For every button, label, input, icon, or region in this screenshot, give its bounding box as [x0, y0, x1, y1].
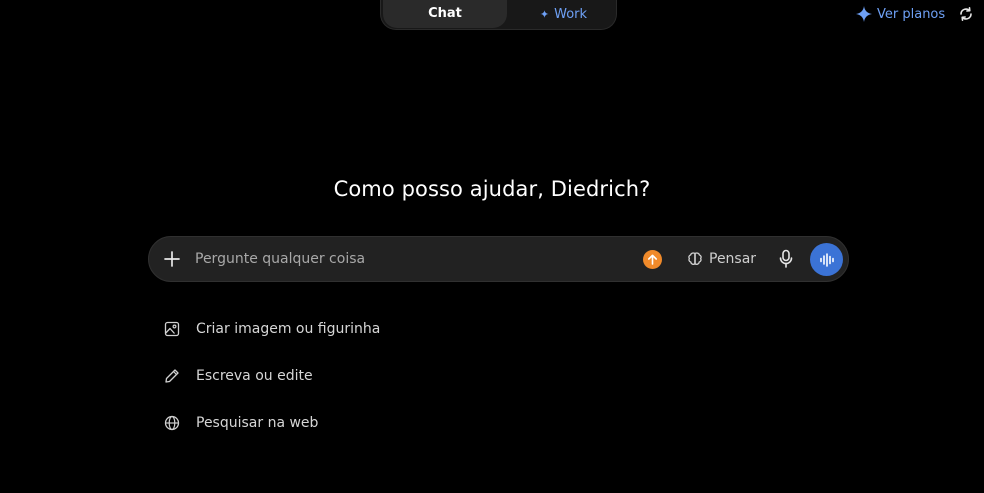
- globe-icon: [164, 415, 180, 431]
- voice-mode-button[interactable]: [810, 243, 843, 276]
- app-page: Chat ✦ Work Ver planos Como posso ajudar…: [0, 0, 984, 493]
- composer: Pensar: [148, 236, 849, 282]
- image-icon: [164, 321, 180, 337]
- tab-work-label: Work: [554, 7, 588, 22]
- mode-switch: Chat ✦ Work: [380, 0, 617, 30]
- suggestion-create-image[interactable]: Criar imagem ou figurinha: [164, 318, 380, 340]
- pencil-icon: [165, 369, 179, 383]
- microphone-icon[interactable]: [778, 249, 794, 269]
- tab-chat-label: Chat: [428, 6, 462, 21]
- upload-button[interactable]: [643, 250, 662, 269]
- suggestion-label: Pesquisar na web: [196, 415, 319, 431]
- suggestion-label: Criar imagem ou figurinha: [196, 321, 381, 337]
- view-plans-label: Ver planos: [877, 6, 946, 22]
- think-button[interactable]: Pensar: [687, 249, 756, 269]
- suggestion-label: Escreva ou edite: [196, 368, 313, 384]
- suggestion-web-search[interactable]: Pesquisar na web: [164, 412, 318, 434]
- think-label: Pensar: [709, 251, 757, 267]
- view-plans-button[interactable]: Ver planos: [856, 5, 945, 23]
- suggestion-write-edit[interactable]: Escreva ou edite: [164, 365, 313, 387]
- refresh-icon[interactable]: [958, 6, 974, 22]
- tab-work[interactable]: ✦ Work: [511, 1, 616, 29]
- tab-chat[interactable]: Chat: [383, 0, 507, 28]
- plus-icon[interactable]: [163, 250, 181, 268]
- prompt-input[interactable]: [195, 248, 615, 270]
- sparkle-icon: [856, 6, 872, 22]
- page-title: Como posso ajudar, Diedrich?: [333, 177, 651, 201]
- brain-icon: [688, 252, 702, 265]
- waveform-icon: [819, 252, 834, 267]
- arrow-up-icon: [648, 254, 657, 265]
- sparkle-icon: ✦: [539, 8, 550, 21]
